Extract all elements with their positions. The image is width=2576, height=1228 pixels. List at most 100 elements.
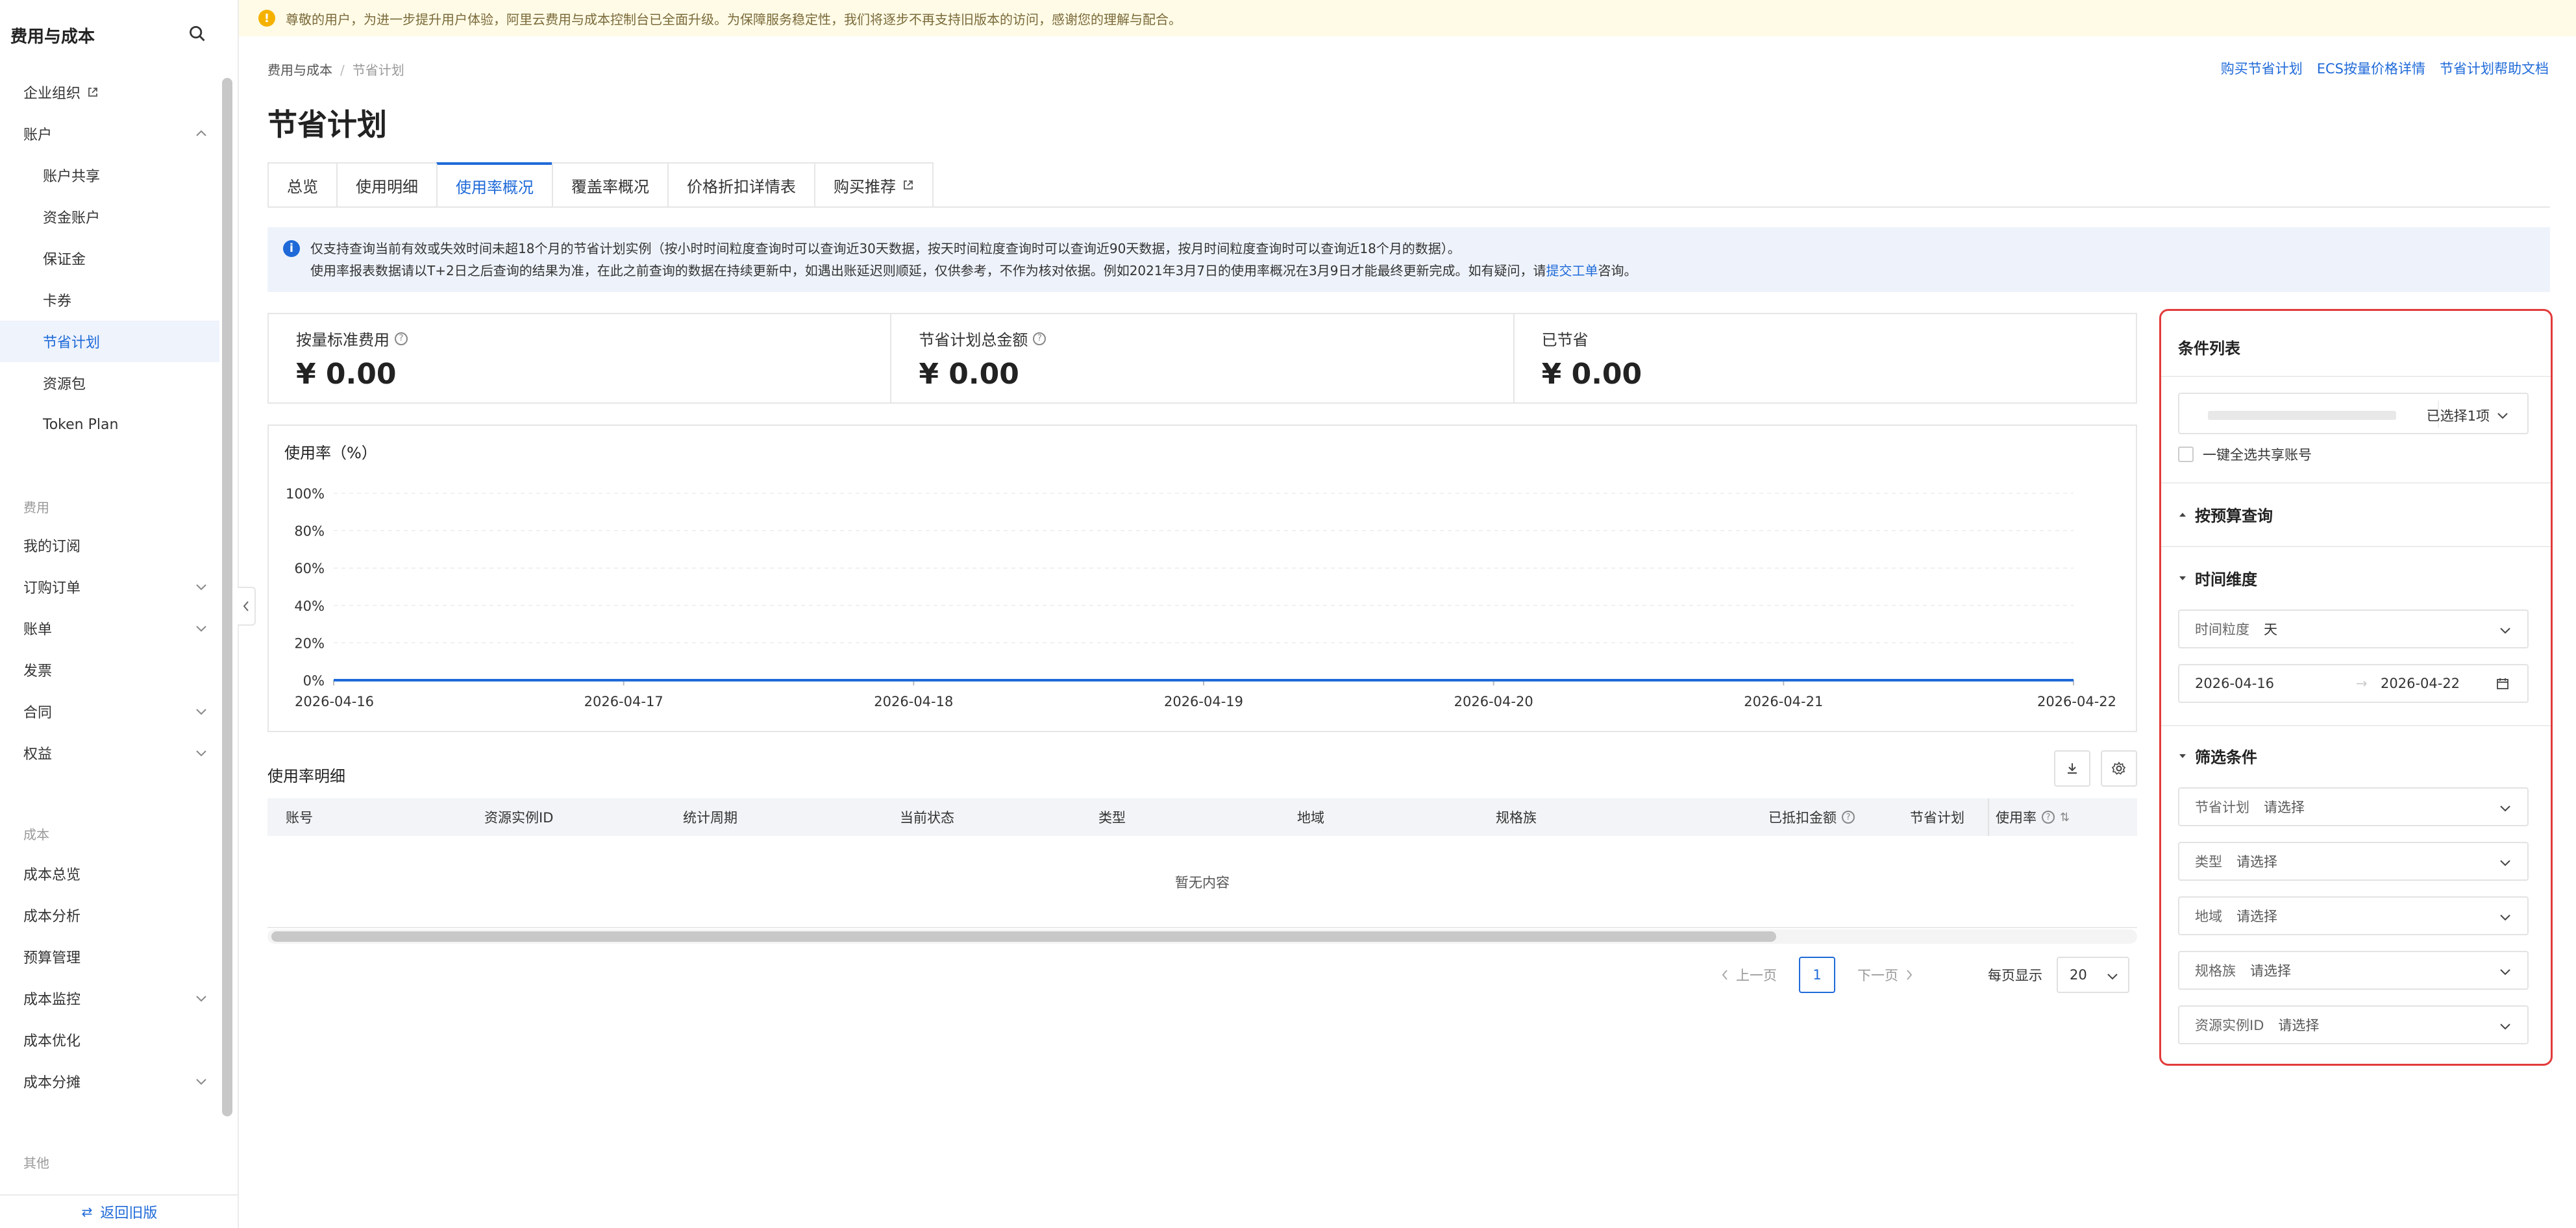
sidebar-section-cost: 成本 [23, 827, 49, 842]
column-header[interactable]: 统计周期 [683, 798, 737, 836]
column-header[interactable]: 节省计划 [1910, 798, 1972, 836]
stat-saved: 已节省 ¥ 0.00 [1515, 314, 2136, 402]
account-select[interactable]: 已选择1项 [2178, 393, 2529, 434]
select-all-shared-checkbox[interactable] [2178, 447, 2194, 462]
help-icon[interactable]: ? [1033, 332, 1046, 345]
tab-utilization-overview[interactable]: 使用率概况 [436, 162, 552, 208]
column-header-label: 使用率 [1996, 810, 2037, 826]
field-placeholder: 请选择 [2236, 909, 2277, 924]
sidebar-item-enterprise[interactable]: 企业组织 [0, 71, 219, 113]
table-scrollbar-thumb[interactable] [271, 931, 1776, 942]
sidebar-item-subscriptions[interactable]: 我的订阅 [0, 524, 219, 566]
sidebar-collapse-button[interactable] [238, 587, 256, 626]
filter-region-select[interactable]: 地域 请选择 [2178, 896, 2529, 935]
sidebar-item-orders[interactable]: 订购订单 [0, 566, 219, 608]
tab-price-discount[interactable]: 价格折扣详情表 [667, 162, 814, 208]
section-filter-conditions[interactable]: 筛选条件 [2178, 744, 2257, 767]
sidebar-item-invoice[interactable]: 发票 [0, 649, 219, 691]
caret-down-icon [2179, 754, 2186, 758]
filter-savings-plan-select[interactable]: 节省计划 请选择 [2178, 787, 2529, 826]
table-horizontal-scrollbar[interactable] [267, 929, 2137, 944]
column-header[interactable]: 地域 [1297, 798, 1324, 836]
column-header[interactable]: 当前状态 [900, 798, 954, 836]
stat-value: ¥ 0.00 [919, 358, 1019, 391]
breadcrumb-current: 节省计划 [352, 62, 404, 78]
page-size-select[interactable]: 20 [2057, 957, 2129, 993]
sidebar-item-cost-monitor[interactable]: 成本监控 [0, 977, 219, 1019]
sidebar-item-budget[interactable]: 预算管理 [0, 936, 219, 977]
breadcrumb-root[interactable]: 费用与成本 [267, 62, 332, 78]
sort-icon[interactable]: ⇅ [2060, 811, 2070, 824]
sidebar-item-resource-pack[interactable]: 资源包 [0, 362, 219, 404]
column-header[interactable]: 类型 [1098, 798, 1126, 836]
x-tick-label: 2026-04-21 [1744, 694, 1823, 709]
column-header[interactable]: 规格族 [1496, 798, 1537, 836]
granularity-select[interactable]: 时间粒度 天 [2178, 609, 2529, 648]
savings-plan-help-link[interactable]: 节省计划帮助文档 [2440, 58, 2549, 78]
filter-panel: 条件列表 已选择1项 一键全选共享账号 按预算查询 时间维度 时间粒度 天 20… [2159, 309, 2553, 1066]
date-start[interactable]: 2026-04-16 [2195, 676, 2274, 691]
select-all-shared-row[interactable]: 一键全选共享账号 [2178, 445, 2312, 464]
column-header[interactable]: 账号 [286, 798, 313, 836]
sidebar-item-fund-account[interactable]: 资金账户 [0, 196, 219, 238]
table-empty-state: 暂无内容 [267, 837, 2137, 928]
filter-type-select[interactable]: 类型 请选择 [2178, 842, 2529, 881]
buy-savings-plan-link[interactable]: 购买节省计划 [2221, 58, 2303, 78]
section-time-dimension[interactable]: 时间维度 [2178, 567, 2257, 589]
sidebar-item-benefits[interactable]: 权益 [0, 732, 219, 774]
date-end[interactable]: 2026-04-22 [2381, 676, 2460, 691]
filter-instance-family-select[interactable]: 规格族 请选择 [2178, 951, 2529, 990]
chevron-down-icon [2500, 628, 2510, 634]
top-links: 购买节省计划 ECS按量价格详情 节省计划帮助文档 [2221, 58, 2549, 78]
filter-title: 条件列表 [2178, 339, 2240, 358]
y-tick-label: 60% [294, 561, 325, 576]
sidebar-item-cost-allocation[interactable]: 成本分摊 [0, 1061, 219, 1102]
tab-purchase-recommend[interactable]: 购买推荐 [814, 162, 934, 208]
tab-label: 使用明细 [356, 177, 418, 196]
filter-instance-id-select[interactable]: 资源实例ID 请选择 [2178, 1005, 2529, 1044]
page-number-button[interactable]: 1 [1799, 957, 1835, 993]
tab-overview[interactable]: 总览 [267, 162, 336, 208]
sidebar-item-savings-plan[interactable]: 节省计划 [0, 321, 219, 362]
ecs-price-details-link[interactable]: ECS按量价格详情 [2317, 58, 2425, 78]
external-link-icon [904, 180, 913, 190]
column-header[interactable]: 资源实例ID [484, 798, 553, 836]
sidebar-item-bills[interactable]: 账单 [0, 608, 219, 649]
account-selected-dropdown[interactable]: 已选择1项 [2427, 406, 2509, 425]
next-page-button[interactable]: 下一页 [1857, 965, 1898, 985]
chevron-down-icon [2497, 413, 2508, 419]
sidebar-item-account[interactable]: 账户 [0, 113, 219, 154]
section-label: 按预算查询 [2195, 507, 2273, 525]
tab-coverage-overview[interactable]: 覆盖率概况 [552, 162, 667, 208]
sidebar-scrollbar[interactable] [222, 78, 232, 1116]
column-header-deducted[interactable]: 已抵扣金额? [1768, 798, 1855, 836]
y-tick-label: 40% [294, 598, 325, 614]
sidebar-item-cost-overview[interactable]: 成本总览 [0, 853, 219, 894]
help-icon[interactable]: ? [2042, 811, 2055, 824]
sidebar-item-token-plan[interactable]: Token Plan [0, 404, 219, 445]
search-icon[interactable] [188, 25, 206, 43]
prev-page-button[interactable]: 上一页 [1736, 965, 1777, 985]
section-budget-query[interactable]: 按预算查询 [2178, 503, 2273, 526]
sidebar-item-account-share[interactable]: 账户共享 [0, 154, 219, 196]
sidebar-item-cost-optimize[interactable]: 成本优化 [0, 1019, 219, 1061]
sidebar-scrollbar-thumb[interactable] [222, 78, 232, 1116]
sidebar-item-deposit[interactable]: 保证金 [0, 238, 219, 279]
column-header-utilization[interactable]: 使用率? ⇅ [1988, 798, 2070, 836]
field-placeholder: 请选择 [2250, 963, 2291, 979]
date-range-picker[interactable]: 2026-04-16 → 2026-04-22 [2178, 664, 2529, 703]
sidebar-item-cost-analysis[interactable]: 成本分析 [0, 894, 219, 936]
tab-usage-details[interactable]: 使用明细 [336, 162, 436, 208]
sidebar-item-coupons[interactable]: 卡券 [0, 279, 219, 321]
switch-icon: ⇄ [81, 1204, 93, 1220]
help-icon[interactable]: ? [395, 332, 408, 345]
help-icon[interactable]: ? [1842, 811, 1855, 824]
submit-ticket-link[interactable]: 提交工单 [1546, 263, 1598, 278]
back-to-old-version-link[interactable]: ⇄ 返回旧版 [0, 1194, 239, 1228]
chevron-down-icon [2500, 860, 2510, 866]
divider [2161, 725, 2551, 726]
sidebar-item-contract[interactable]: 合同 [0, 691, 219, 732]
chevron-left-icon [1722, 970, 1728, 980]
download-button[interactable] [2054, 750, 2090, 787]
settings-button[interactable] [2101, 750, 2137, 787]
